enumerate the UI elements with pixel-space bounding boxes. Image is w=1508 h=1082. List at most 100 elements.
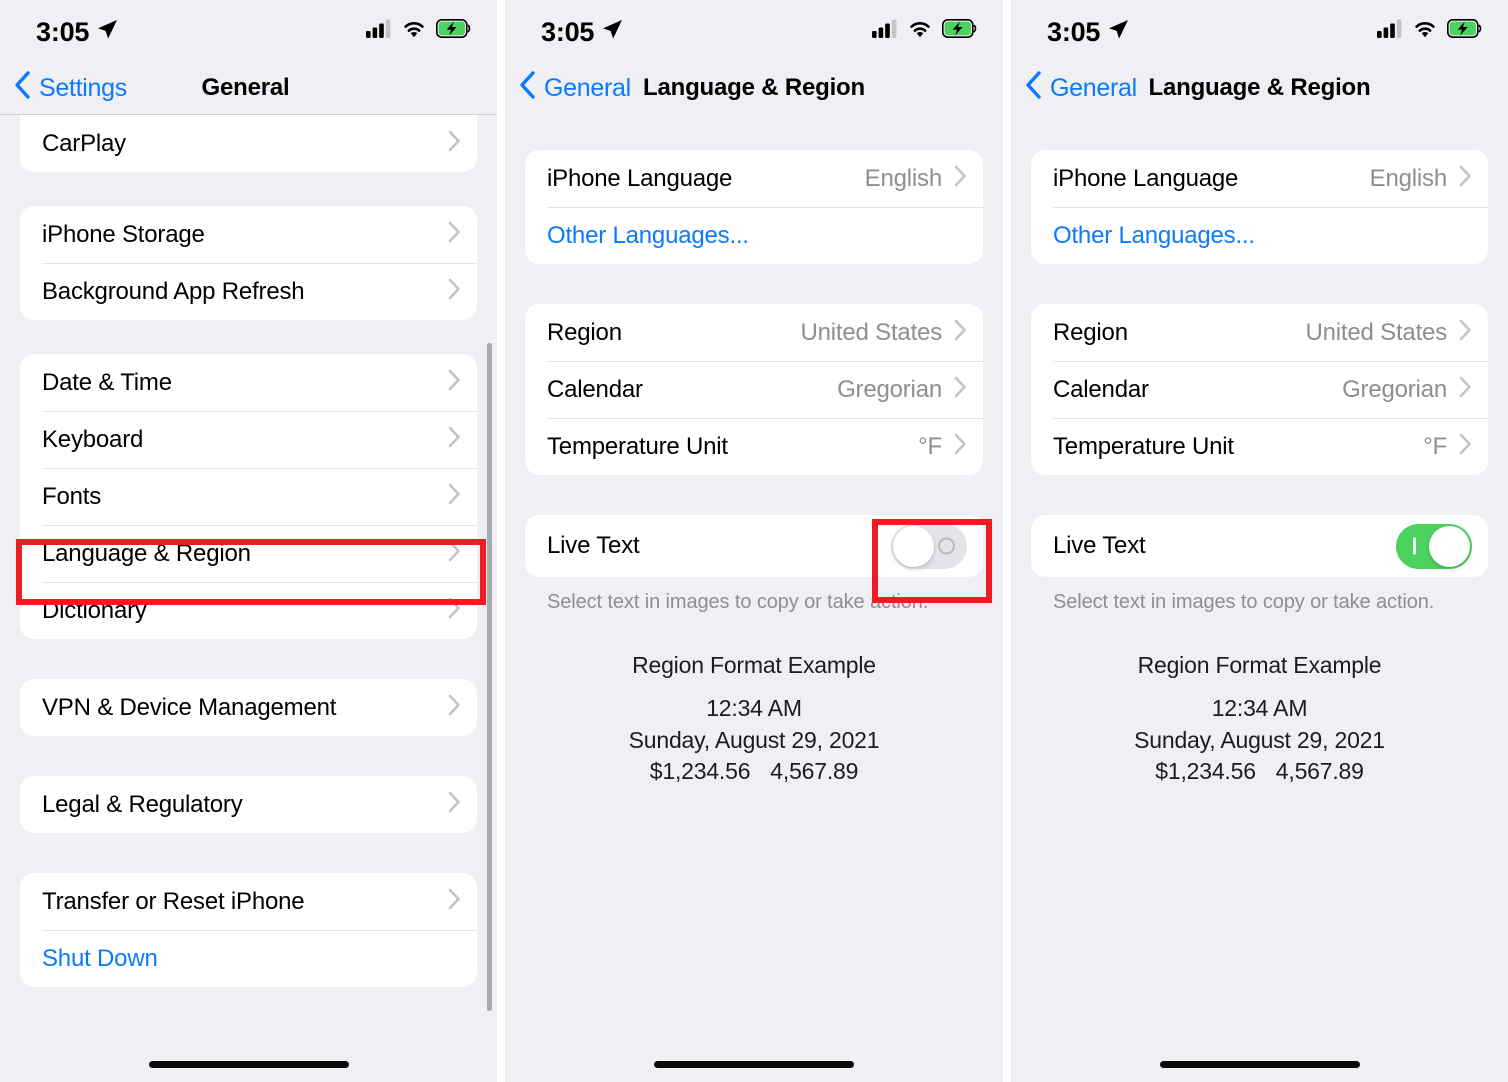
chevron-right-icon bbox=[448, 791, 461, 818]
settings-row-carplay[interactable]: CarPlay bbox=[20, 115, 477, 172]
row-other-languages[interactable]: Other Languages... bbox=[1031, 207, 1488, 264]
settings-row-keyboard[interactable]: Keyboard bbox=[20, 411, 477, 468]
vertical-scrollbar[interactable] bbox=[487, 343, 492, 1011]
chevron-right-icon bbox=[954, 376, 967, 403]
format-example-title: Region Format Example bbox=[1137, 652, 1382, 678]
row-temperature-unit[interactable]: Temperature Unit °F bbox=[1031, 418, 1488, 475]
toggle-off-indicator-icon bbox=[938, 537, 955, 555]
format-example-title: Region Format Example bbox=[632, 652, 876, 678]
live-text-group: Live Text bbox=[525, 515, 983, 577]
row-value: Gregorian bbox=[1342, 375, 1447, 403]
cellular-signal-icon bbox=[366, 19, 392, 43]
battery-charging-icon bbox=[1447, 19, 1482, 43]
settings-row-fonts[interactable]: Fonts bbox=[20, 468, 477, 525]
status-bar-left: 3:05 bbox=[541, 16, 623, 47]
row-label: Fonts bbox=[42, 482, 102, 510]
chevron-right-icon bbox=[448, 694, 461, 721]
row-value: °F bbox=[918, 432, 942, 460]
chevron-right-icon bbox=[448, 278, 461, 305]
format-example-currency: $1,234.56 bbox=[649, 758, 751, 785]
row-label: Language & Region bbox=[42, 539, 251, 567]
status-bar-time: 3:05 bbox=[541, 17, 595, 47]
navigation-bar: Settings General bbox=[0, 62, 497, 114]
format-example-date: Sunday, August 29, 2021 bbox=[628, 726, 880, 753]
row-other-languages[interactable]: Other Languages... bbox=[525, 207, 983, 264]
format-example-numbers: $1,234.56 4,567.89 bbox=[525, 758, 983, 786]
chevron-right-icon bbox=[448, 483, 461, 510]
toggle-knob bbox=[893, 525, 934, 567]
settings-row-shut-down[interactable]: Shut Down bbox=[20, 930, 477, 987]
row-iphone-language[interactable]: iPhone Language English bbox=[1031, 150, 1488, 207]
back-button-general[interactable]: General bbox=[1025, 70, 1137, 106]
row-temperature-unit[interactable]: Temperature Unit °F bbox=[525, 418, 983, 475]
row-label: Calendar bbox=[1053, 375, 1149, 403]
navigation-bar: General Language & Region bbox=[505, 62, 1003, 114]
back-button-label: General bbox=[544, 73, 631, 102]
format-example-date: Sunday, August 29, 2021 bbox=[1134, 726, 1385, 753]
row-region[interactable]: Region United States bbox=[525, 304, 983, 361]
region-format-example: Region Format Example 12:34 AM Sunday, A… bbox=[525, 614, 983, 786]
settings-row-legal-regulatory[interactable]: Legal & Regulatory bbox=[20, 776, 477, 833]
settings-row-language-region[interactable]: Language & Region bbox=[20, 525, 477, 582]
row-label: iPhone Storage bbox=[42, 220, 205, 248]
live-text-caption: Select text in images to copy or take ac… bbox=[1053, 591, 1435, 613]
row-calendar[interactable]: Calendar Gregorian bbox=[525, 361, 983, 418]
row-label: Region bbox=[1053, 318, 1128, 346]
live-text-caption: Select text in images to copy or take ac… bbox=[547, 591, 929, 613]
row-label: CarPlay bbox=[42, 129, 126, 157]
row-live-text: Live Text bbox=[525, 515, 983, 577]
row-region[interactable]: Region United States bbox=[1031, 304, 1488, 361]
settings-row-vpn-device-management[interactable]: VPN & Device Management bbox=[20, 679, 477, 736]
row-iphone-language[interactable]: iPhone Language English bbox=[525, 150, 983, 207]
settings-row-dictionary[interactable]: Dictionary bbox=[20, 582, 477, 639]
status-bar-right bbox=[366, 19, 471, 43]
wifi-icon bbox=[401, 19, 427, 43]
status-bar-left: 3:05 bbox=[36, 16, 118, 47]
settings-group-legal: Legal & Regulatory bbox=[20, 776, 477, 833]
back-button-general[interactable]: General bbox=[519, 70, 631, 106]
format-example-time: 12:34 AM bbox=[706, 695, 802, 721]
three-panel-screenshot: 3:05 Settings General CarPlay iPhone Sto… bbox=[0, 0, 1508, 1082]
chevron-right-icon bbox=[448, 369, 461, 396]
status-bar: 3:05 bbox=[505, 0, 1003, 62]
settings-row-date-time[interactable]: Date & Time bbox=[20, 354, 477, 411]
home-indicator bbox=[1159, 1061, 1360, 1068]
settings-group-localization: Date & Time Keyboard Fonts Language & Re… bbox=[20, 354, 477, 639]
chevron-right-icon bbox=[448, 888, 461, 915]
row-value: English bbox=[864, 164, 943, 192]
settings-group-reset: Transfer or Reset iPhone Shut Down bbox=[20, 873, 477, 987]
row-label: Other Languages... bbox=[547, 221, 749, 249]
settings-row-iphone-storage[interactable]: iPhone Storage bbox=[20, 206, 477, 263]
live-text-toggle[interactable] bbox=[1396, 523, 1472, 569]
chevron-right-icon bbox=[954, 433, 967, 460]
row-label: Region bbox=[547, 318, 622, 346]
settings-row-transfer-reset-iphone[interactable]: Transfer or Reset iPhone bbox=[20, 873, 477, 930]
row-value: United States bbox=[800, 318, 943, 346]
chevron-right-icon bbox=[448, 597, 461, 624]
back-button-settings[interactable]: Settings bbox=[14, 70, 127, 106]
location-arrow-icon bbox=[1107, 16, 1129, 47]
settings-group-storage: iPhone Storage Background App Refresh bbox=[20, 206, 477, 320]
row-calendar[interactable]: Calendar Gregorian bbox=[1031, 361, 1488, 418]
settings-row-background-app-refresh[interactable]: Background App Refresh bbox=[20, 263, 477, 320]
chevron-right-icon bbox=[448, 221, 461, 248]
status-bar: 3:05 bbox=[1011, 0, 1508, 62]
location-arrow-icon bbox=[96, 16, 118, 47]
row-value: United States bbox=[1305, 318, 1448, 346]
row-label: Calendar bbox=[547, 375, 643, 403]
status-bar: 3:05 bbox=[0, 0, 497, 62]
chevron-left-icon bbox=[519, 70, 536, 106]
region-format-example: Region Format Example 12:34 AM Sunday, A… bbox=[1031, 614, 1488, 786]
live-text-toggle[interactable] bbox=[891, 523, 967, 569]
location-arrow-icon bbox=[601, 16, 623, 47]
region-group: Region United States Calendar Gregorian … bbox=[525, 304, 983, 475]
navigation-bar: General Language & Region bbox=[1011, 62, 1508, 114]
wifi-icon bbox=[1412, 19, 1438, 43]
panel-language-region-on: 3:05 General Language & Region iPhone La… bbox=[1011, 0, 1508, 1082]
format-example-number: 4,567.89 bbox=[770, 758, 859, 785]
chevron-right-icon bbox=[448, 426, 461, 453]
